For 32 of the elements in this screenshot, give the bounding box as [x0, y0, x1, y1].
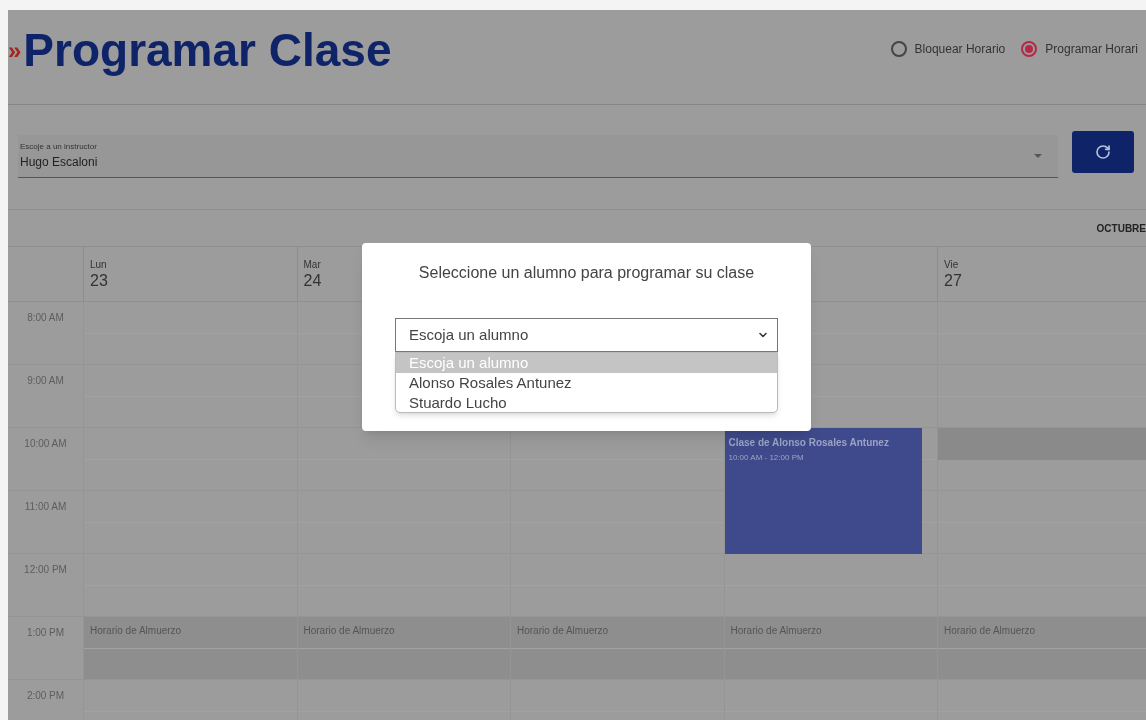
day-date: 23: [90, 272, 108, 290]
modal-title: Seleccione un alumno para programar su clase: [418, 264, 755, 281]
class-event[interactable]: Clase de Alonso Rosales Antunez 10:00 AM - 12:00 PM: [724, 428, 922, 554]
time-label: 11:00 AM: [24, 500, 67, 514]
dropdown-icon: [1034, 154, 1042, 158]
radio-button[interactable]: [890, 41, 907, 57]
day-date: 27: [944, 272, 962, 290]
time-label: 12:00 PM: [24, 563, 67, 577]
option-item[interactable]: Stuardo Lucho: [396, 393, 777, 412]
day-date: 24: [303, 272, 322, 290]
title-mark: »: [8, 36, 22, 66]
radio-option[interactable]: Programar Horari: [1021, 40, 1138, 58]
event-time: 10:00 AM - 12:00 PM: [728, 452, 804, 464]
radio-button[interactable]: [1021, 41, 1038, 57]
time-label: 1:00 PM: [26, 626, 65, 640]
page-title: Programar Clase: [23, 22, 392, 78]
field-value: Hugo Escaloni: [20, 154, 98, 171]
refresh-icon: [1095, 144, 1111, 160]
field-label: Escoje a un instructor: [20, 141, 98, 153]
day-name: Lun: [90, 258, 107, 272]
event-title: Clase de Alonso Rosales Antunez: [728, 436, 889, 450]
instructor-select[interactable]: Escoje a un instructor Hugo Escaloni: [18, 135, 1058, 178]
time-label: 2:00 PM: [26, 689, 65, 703]
radio-option[interactable]: Bloquear Horario: [890, 40, 1006, 58]
option-item[interactable]: Alonso Rosales Antunez: [396, 373, 777, 393]
time-label: 8:00 AM: [27, 311, 64, 325]
student-select[interactable]: Escoja un alumno: [395, 318, 778, 352]
day-name: Mar: [303, 258, 321, 272]
day-name: Vie: [944, 258, 959, 272]
refresh-button[interactable]: [1072, 131, 1134, 173]
month-label: OCTUBRE: [1096, 221, 1146, 236]
time-label: 10:00 AM: [24, 437, 67, 451]
